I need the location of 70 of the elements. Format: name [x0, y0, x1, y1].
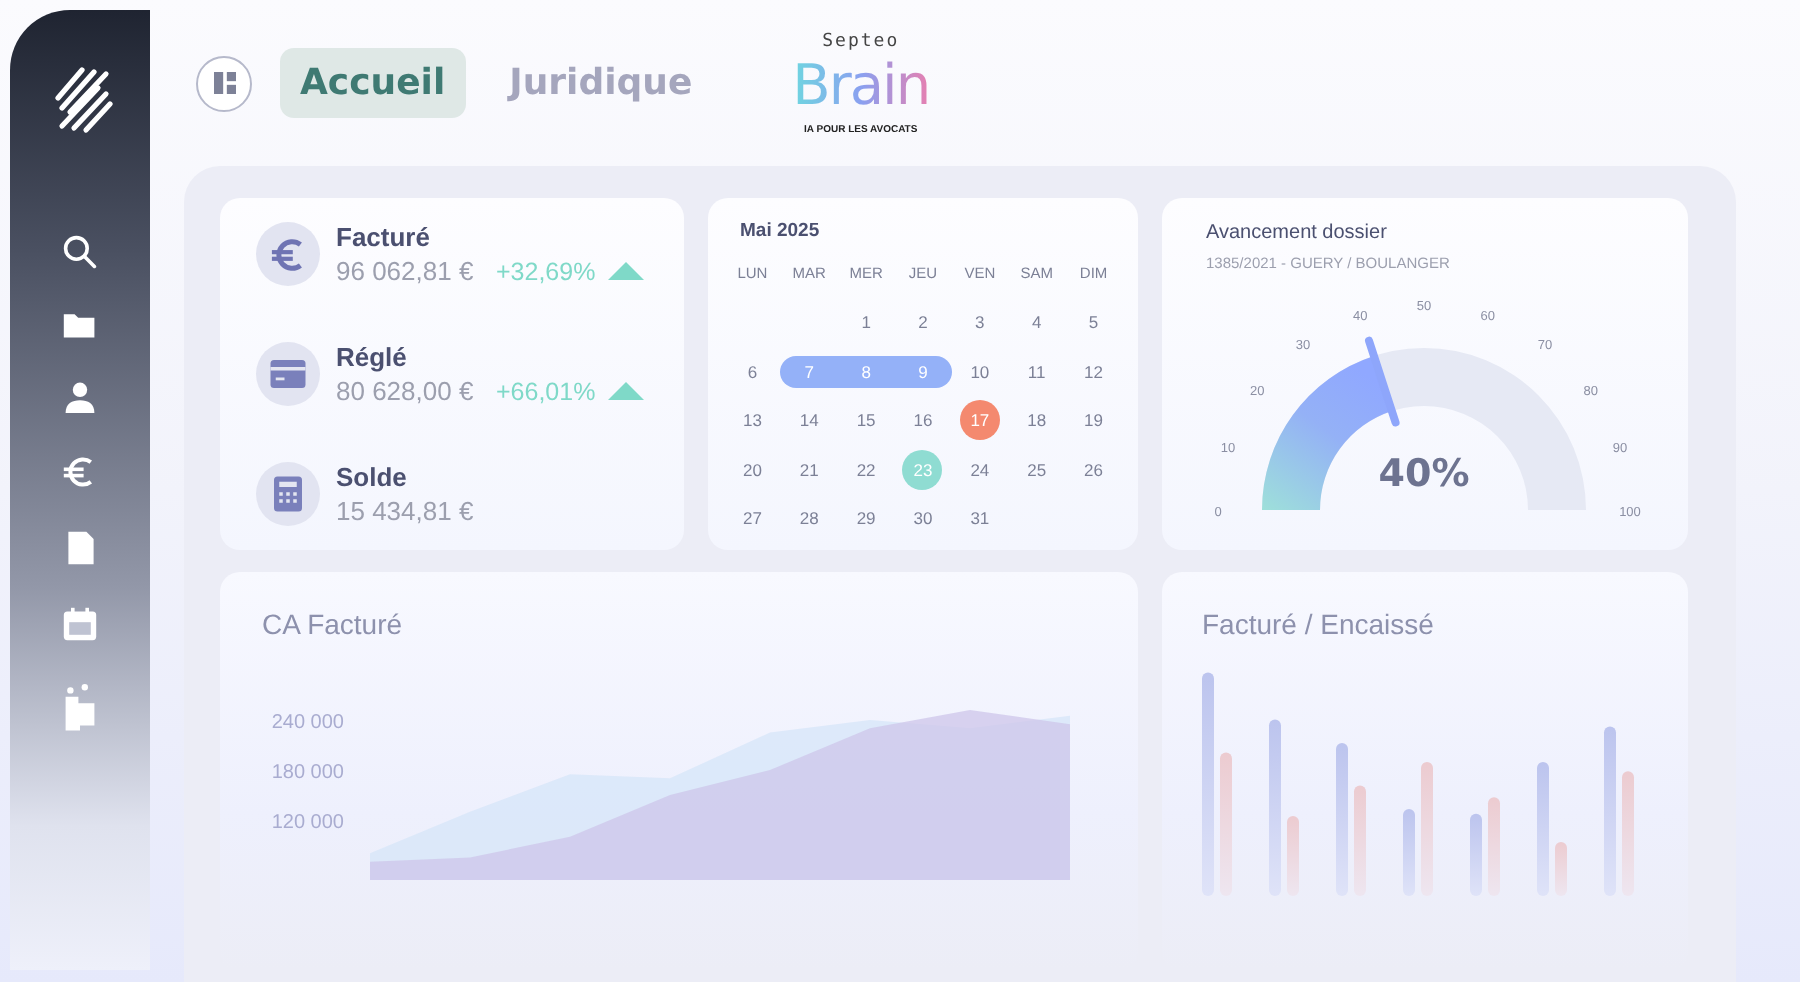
calendar-day[interactable]: 14	[789, 400, 830, 441]
layout-icon	[213, 72, 235, 95]
tab[interactable]: Accueil	[280, 48, 466, 119]
invoiced-bar	[1537, 762, 1549, 897]
axis-tick-label: 180 000	[271, 762, 344, 785]
calendar-day[interactable]: 16	[902, 400, 943, 441]
invoiced-bar	[1470, 814, 1482, 897]
stat-value: 80 628,00 €	[336, 376, 476, 407]
invoiced-bar	[1403, 809, 1415, 897]
layout-button[interactable]	[196, 55, 252, 112]
calendar-day[interactable]: 30	[902, 498, 943, 539]
search-icon[interactable]	[62, 234, 98, 270]
chart-title: CA Facturé	[262, 608, 405, 641]
calculator-icon	[256, 462, 320, 527]
collected-bar	[1354, 786, 1366, 897]
calendar-day[interactable]: 11	[1016, 351, 1057, 392]
stat-label: Réglé	[336, 342, 409, 373]
card-title: Avancement dossier	[1206, 222, 1389, 245]
collected-bar	[1622, 772, 1634, 897]
highlighted-day[interactable]: 17	[959, 400, 1000, 441]
axis-tick-label: 120 000	[271, 812, 344, 835]
calendar-icon[interactable]	[62, 606, 98, 642]
calendar-day[interactable]: 18	[1016, 400, 1057, 441]
euro-icon	[256, 222, 320, 287]
up-triangle-icon	[607, 262, 644, 281]
axis-tick-label: 240 000	[271, 712, 344, 735]
calendar-day[interactable]: 27	[732, 498, 773, 539]
calendar-day[interactable]: 13	[732, 400, 773, 441]
stat-label: Facturé	[336, 222, 432, 253]
calendar-day[interactable]: 28	[789, 498, 830, 539]
calendar-day[interactable]: 6	[732, 351, 773, 392]
calendar-day[interactable]: 21	[789, 449, 830, 490]
person-icon[interactable]	[64, 380, 96, 414]
collected-bar	[1488, 798, 1500, 897]
calendar-day[interactable]: 12	[1073, 351, 1114, 392]
calendar-day[interactable]: 4	[1016, 302, 1057, 343]
calendar-day[interactable]: 25	[1016, 449, 1057, 490]
calendar-day[interactable]: 24	[959, 449, 1000, 490]
calendar-day[interactable]: 29	[846, 498, 887, 539]
stat-value: 96 062,81 €	[336, 256, 476, 287]
tab[interactable]: Juridique	[489, 48, 713, 119]
calendar-day[interactable]: 31	[959, 498, 1000, 539]
credit-card-icon	[256, 342, 320, 407]
change-percent: +32,69%	[496, 257, 596, 286]
collected-bar	[1421, 762, 1433, 897]
calendar-day[interactable]: 1	[846, 302, 887, 343]
euro-icon[interactable]	[62, 454, 98, 490]
progress-percent: 40%	[1378, 452, 1470, 497]
up-triangle-icon	[607, 382, 644, 401]
chart-title: Facturé / Encaissé	[1202, 608, 1436, 641]
calendar-day[interactable]: 2	[902, 302, 943, 343]
folder-icon[interactable]	[62, 310, 98, 340]
calendar-day[interactable]: 3	[959, 302, 1000, 343]
calendar-day[interactable]: 5	[1073, 302, 1114, 343]
calendar-day[interactable]: 20	[732, 449, 773, 490]
logo-text: Septeo	[822, 31, 900, 52]
month-title: Mai 2025	[740, 220, 822, 243]
stripes-logo-icon	[54, 66, 114, 134]
calendar-day[interactable]: 10	[959, 351, 1000, 392]
stat-value: 15 434,81 €	[336, 496, 476, 527]
change-percent: +66,01%	[496, 377, 596, 406]
stat-label: Solde	[336, 462, 409, 493]
collected-bar	[1220, 753, 1232, 897]
collected-bar	[1555, 842, 1567, 897]
calendar-day[interactable]: 19	[1073, 400, 1114, 441]
calendar-day[interactable]: 15	[846, 400, 887, 441]
calendar-day[interactable]: 22	[846, 449, 887, 490]
collected-bar	[1287, 816, 1299, 897]
calendar-day[interactable]: 26	[1073, 449, 1114, 490]
document-icon[interactable]	[65, 530, 95, 566]
